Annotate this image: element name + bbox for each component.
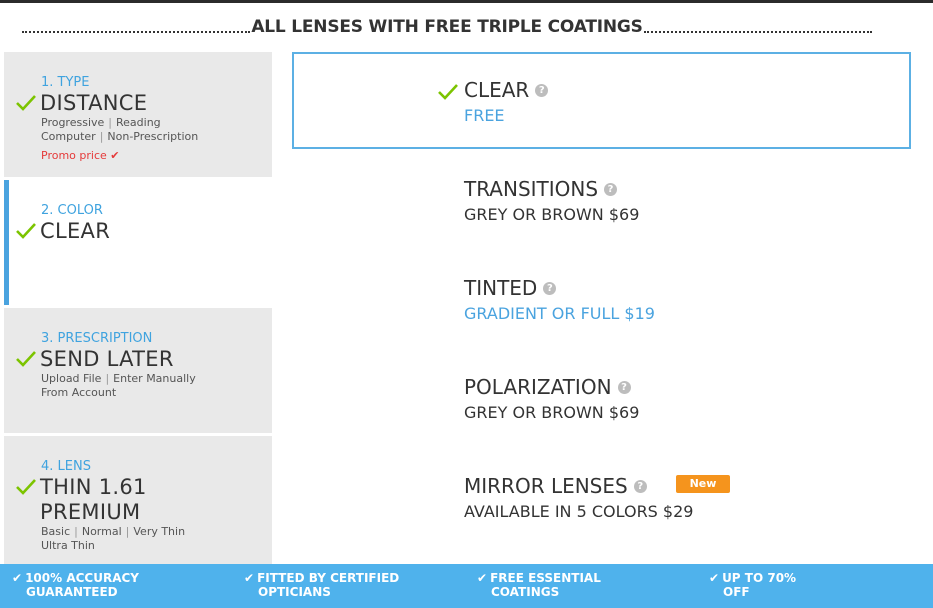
check-icon — [438, 84, 458, 100]
step-number: 2. COLOR — [41, 203, 103, 218]
color-option-clear[interactable]: CLEAR? FREE — [464, 78, 549, 125]
option-price: GREY OR BROWN $69 — [464, 403, 640, 422]
step-value: SEND LATER — [40, 347, 174, 371]
step-number: 4. LENS — [41, 459, 91, 474]
help-icon[interactable]: ? — [543, 281, 557, 295]
option-name: CLEAR — [464, 78, 530, 102]
color-option-polarization[interactable]: POLARIZATION? GREY OR BROWN $69 — [464, 375, 639, 422]
check-icon — [16, 223, 36, 239]
option-progressive[interactable]: Progressive — [41, 116, 104, 129]
feature-line1: UP TO 70% — [722, 571, 797, 585]
help-icon[interactable]: ? — [604, 182, 618, 196]
option-normal[interactable]: Normal — [82, 525, 122, 538]
option-basic[interactable]: Basic — [41, 525, 70, 538]
feature-coatings: ✔ FREE ESSENTIAL COATINGS — [477, 571, 601, 599]
option-name: POLARIZATION — [464, 375, 612, 399]
check-icon — [16, 479, 36, 495]
check-icon: ✔ — [12, 571, 23, 585]
active-indicator — [4, 180, 9, 305]
check-icon — [16, 351, 36, 367]
feature-line2: COATINGS — [491, 585, 560, 599]
feature-fitted: ✔ FITTED BY CERTIFIED OPTICIANS — [244, 571, 399, 599]
step-value: THIN 1.61 PREMIUM — [40, 475, 147, 525]
features-footer: ✔ 100% ACCURACY GUARANTEED ✔ FITTED BY CER… — [0, 564, 933, 608]
help-icon[interactable]: ? — [535, 83, 549, 97]
step-value-line2: PREMIUM — [40, 500, 141, 524]
option-name: TINTED — [464, 276, 538, 300]
section-header: ALL LENSES WITH FREE TRIPLE COATINGS — [22, 15, 873, 39]
selected-option-box[interactable] — [292, 52, 911, 149]
step-color[interactable]: 2. COLOR CLEAR — [4, 180, 272, 305]
option-price: FREE — [464, 106, 505, 125]
option-ultra-thin[interactable]: Ultra Thin — [41, 539, 95, 552]
option-price: GRADIENT OR FULL $19 — [464, 304, 655, 323]
step-value-line1: THIN 1.61 — [40, 475, 147, 499]
option-name: MIRROR LENSES — [464, 474, 628, 498]
top-border — [0, 0, 933, 3]
step-number: 3. PRESCRIPTION — [41, 331, 153, 346]
feature-line1: 100% ACCURACY — [25, 571, 139, 585]
step-type[interactable]: 1. TYPE DISTANCE Progressive | Reading Com… — [4, 52, 272, 177]
help-icon[interactable]: ? — [617, 380, 631, 394]
feature-line1: FREE ESSENTIAL — [490, 571, 601, 585]
option-enter-manually[interactable]: Enter Manually — [113, 372, 196, 385]
feature-line1: FITTED BY CERTIFIED — [257, 571, 400, 585]
option-reading[interactable]: Reading — [116, 116, 161, 129]
promo-price: Promo price ✔ — [41, 149, 120, 162]
feature-accuracy: ✔ 100% ACCURACY GUARANTEED — [12, 571, 139, 599]
color-option-transitions[interactable]: TRANSITIONS? GREY OR BROWN $69 — [464, 177, 639, 224]
option-from-account[interactable]: From Account — [41, 386, 116, 399]
color-option-mirror[interactable]: MIRROR LENSES? AVAILABLE IN 5 COLORS $29 — [464, 474, 693, 521]
option-computer[interactable]: Computer — [41, 130, 96, 143]
step-lens[interactable]: 4. LENS THIN 1.61 PREMIUM Basic | Normal | V… — [4, 436, 272, 564]
step-value: CLEAR — [40, 219, 111, 243]
page-title: ALL LENSES WITH FREE TRIPLE COATINGS — [251, 17, 643, 37]
option-price: GREY OR BROWN $69 — [464, 205, 640, 224]
step-options: Basic | Normal | Very Thin Ultra Thin — [41, 525, 186, 552]
option-upload-file[interactable]: Upload File — [41, 372, 101, 385]
option-price: AVAILABLE IN 5 COLORS $29 — [464, 502, 694, 521]
check-icon — [16, 95, 36, 111]
header-dots-left — [22, 30, 251, 33]
feature-line2: OPTICIANS — [258, 585, 331, 599]
help-icon[interactable]: ? — [633, 479, 647, 493]
step-number: 1. TYPE — [41, 75, 90, 90]
option-non-prescription[interactable]: Non-Prescription — [107, 130, 198, 143]
header-dots-right — [643, 30, 873, 33]
feature-line2: OFF — [723, 585, 750, 599]
step-value: DISTANCE — [40, 91, 148, 115]
new-badge: New — [676, 475, 730, 493]
check-icon: ✔ — [709, 571, 720, 585]
feature-discount: ✔ UP TO 70% OFF — [709, 571, 796, 599]
check-icon: ✔ — [244, 571, 255, 585]
option-very-thin[interactable]: Very Thin — [133, 525, 185, 538]
step-prescription[interactable]: 3. PRESCRIPTION SEND LATER Upload File | E… — [4, 308, 272, 433]
check-icon: ✔ — [477, 571, 488, 585]
step-options: Upload File | Enter Manually From Account — [41, 372, 196, 399]
color-option-tinted[interactable]: TINTED? GRADIENT OR FULL $19 — [464, 276, 655, 323]
feature-line2: GUARANTEED — [26, 585, 118, 599]
option-name: TRANSITIONS — [464, 177, 599, 201]
step-options: Progressive | Reading Computer | Non-Prescri… — [41, 116, 199, 143]
